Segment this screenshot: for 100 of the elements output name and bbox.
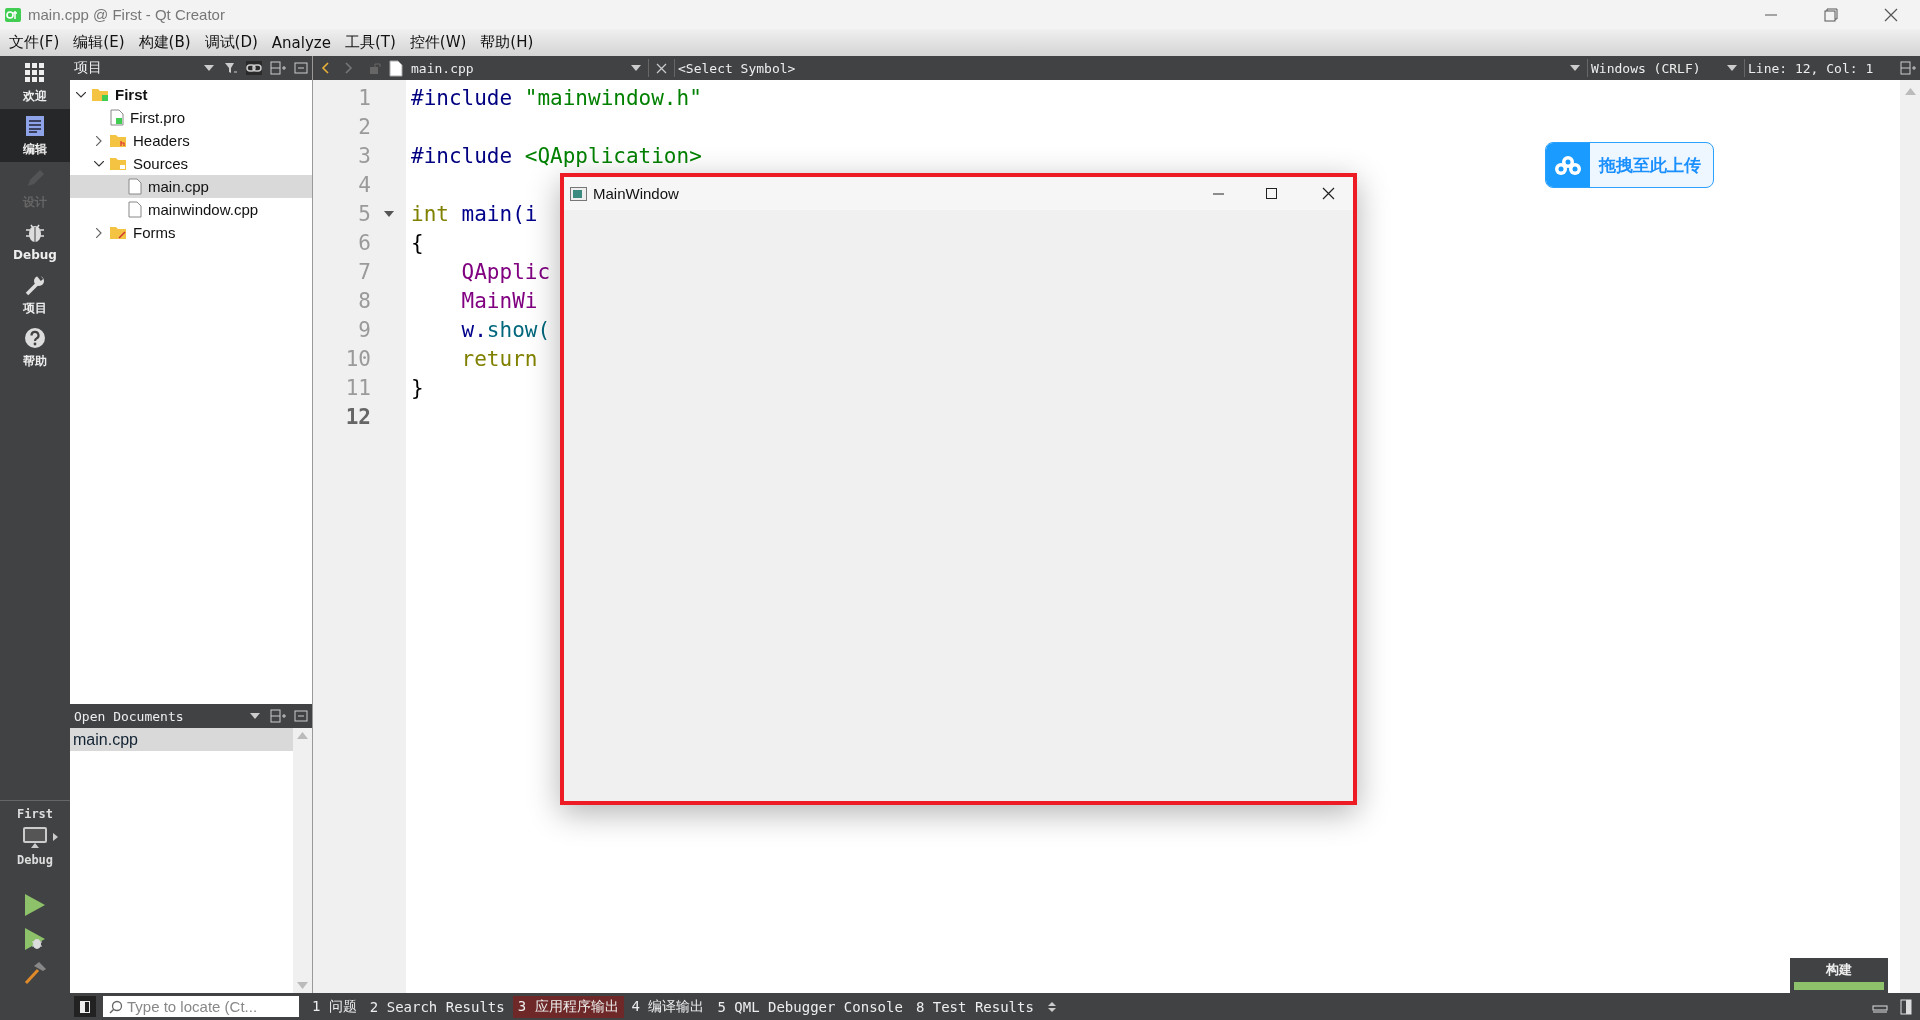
cursor-position[interactable]: Line: 12, Col: 1 — [1748, 60, 1896, 76]
panel-toggle-icon[interactable] — [1900, 998, 1912, 1015]
file-icon — [128, 178, 142, 195]
caret-icon[interactable] — [1570, 65, 1580, 71]
line-number: 9 — [357, 317, 371, 342]
window-title: MainWindow — [593, 185, 679, 202]
menu-item[interactable]: 文件(F) — [2, 33, 67, 52]
code-line: { — [411, 230, 424, 255]
run-icon[interactable] — [24, 893, 46, 917]
menu-item[interactable]: 帮助(H) — [473, 33, 541, 52]
caret-icon[interactable] — [250, 713, 260, 719]
tree-item[interactable]: Sources — [70, 152, 312, 175]
code-line: w.show( — [460, 317, 551, 342]
menu-item[interactable]: 构建(B) — [131, 33, 198, 52]
collapse-panel-icon[interactable] — [294, 710, 308, 722]
code-line: MainWi — [460, 288, 538, 313]
up-down-arrow-icon[interactable] — [1047, 1000, 1056, 1013]
line-endings-selector[interactable]: Windows (CRLF) — [1591, 60, 1727, 76]
back-icon[interactable] — [321, 62, 329, 74]
tree-item[interactable]: First — [70, 83, 312, 106]
menu-item[interactable]: 工具(T) — [337, 33, 403, 52]
close-icon[interactable] — [1322, 187, 1335, 200]
menu-item[interactable]: 调试(D) — [197, 33, 265, 52]
line-number: 4 — [357, 172, 371, 197]
search-icon — [109, 999, 123, 1014]
link-icon[interactable] — [246, 61, 262, 75]
line-number: 10 — [344, 346, 371, 371]
folder-icon — [110, 225, 127, 240]
line-number: 11 — [344, 375, 371, 400]
output-pane-tab[interactable]: 5 QML Debugger Console — [712, 996, 908, 1017]
debug-run-icon[interactable] — [24, 927, 46, 951]
split-icon[interactable] — [270, 709, 286, 723]
mode-button[interactable]: 项目 — [0, 268, 70, 321]
build-progress-label: 构建 — [1826, 961, 1852, 979]
output-pane-tab[interactable]: 4 编译输出 — [626, 995, 710, 1018]
build-config-label: Debug — [16, 853, 54, 867]
tree-item[interactable]: First.pro — [70, 106, 312, 129]
caret-icon[interactable] — [631, 65, 641, 71]
line-number: 1 — [357, 85, 371, 110]
tree-item[interactable]: mainwindow.cpp — [70, 198, 312, 221]
code-line: QApplic — [460, 259, 551, 284]
mode-button[interactable]: 欢迎 — [0, 56, 70, 109]
folder-icon — [110, 133, 127, 148]
code-line: #include "mainwindow.h" — [411, 85, 702, 110]
line-number: 3 — [357, 143, 371, 168]
caret-icon[interactable] — [204, 65, 214, 71]
lock-icon — [369, 62, 381, 74]
tree-item[interactable]: Forms — [70, 221, 312, 244]
menu-item[interactable]: 控件(W) — [402, 33, 474, 52]
menu-item[interactable]: Analyze — [264, 33, 338, 52]
symbol-selector[interactable]: <Select Symbol> — [678, 60, 1570, 76]
file-icon — [110, 109, 124, 126]
line-number: 2 — [357, 114, 371, 139]
hammer-icon[interactable] — [23, 961, 47, 985]
caret-icon[interactable] — [1727, 65, 1737, 71]
line-number: 7 — [357, 259, 371, 284]
welcome-icon — [23, 60, 47, 85]
file-selector[interactable]: main.cpp — [411, 60, 631, 76]
output-pane-tab[interactable]: 2 Search Results — [364, 996, 510, 1017]
cloud-icon — [1554, 154, 1582, 176]
line-number: 12 — [344, 404, 371, 429]
panel-title: Open Documents — [73, 708, 185, 724]
mode-button[interactable]: 编辑 — [0, 109, 70, 162]
monitor-icon[interactable] — [20, 825, 49, 849]
locator-field[interactable]: Type to locate (Ct... — [103, 996, 299, 1017]
code-line: } — [411, 375, 424, 400]
output-pane-tab[interactable]: 3 应用程序输出 — [512, 995, 624, 1018]
line-number: 6 — [357, 230, 371, 255]
project-label: First — [16, 807, 54, 821]
split-icon[interactable] — [270, 61, 286, 75]
mode-button[interactable]: Debug — [0, 215, 70, 268]
help-icon — [23, 325, 47, 350]
output-pane-tab[interactable]: 8 Test Results — [910, 996, 1039, 1017]
split-icon[interactable] — [1900, 61, 1916, 75]
file-icon — [389, 59, 403, 77]
sidebar-toggle-button[interactable] — [74, 996, 96, 1017]
restore-icon[interactable] — [1824, 7, 1838, 22]
filter-icon[interactable] — [224, 61, 238, 75]
tree-item[interactable]: Headers — [70, 129, 312, 152]
line-number: 5 — [357, 201, 371, 226]
folder-icon — [92, 87, 109, 102]
panel-title: 项目 — [73, 59, 103, 77]
app-icon — [570, 186, 587, 201]
qt-logo-icon — [4, 6, 22, 23]
collapse-panel-icon[interactable] — [294, 62, 308, 74]
caret-icon[interactable] — [52, 833, 58, 841]
output-pane-tab[interactable]: 1 问题 — [307, 995, 362, 1018]
document-item[interactable]: main.cpp — [70, 728, 293, 751]
tree-item[interactable]: main.cpp — [70, 175, 312, 198]
fold-arrow-icon[interactable] — [383, 210, 394, 217]
line-number: 8 — [357, 288, 371, 313]
close-icon[interactable] — [1884, 7, 1898, 22]
sidebar-icon — [80, 1000, 90, 1013]
menu-item[interactable]: 编辑(E) — [66, 33, 132, 52]
folder-icon — [110, 156, 127, 171]
code-line: #include <QApplication> — [411, 143, 702, 168]
code-line: return — [460, 346, 538, 371]
code-line: int main(i — [411, 201, 538, 226]
mode-button[interactable]: 帮助 — [0, 321, 70, 374]
maximize-icon[interactable] — [1265, 187, 1278, 200]
